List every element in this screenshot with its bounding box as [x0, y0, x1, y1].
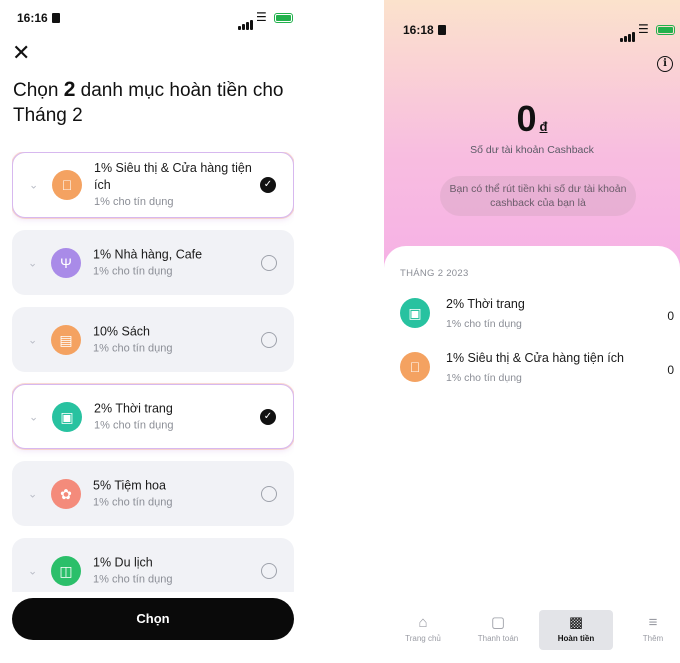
tab-cashback[interactable]: ▩ Hoàn tiền [539, 610, 613, 650]
radio-button[interactable] [261, 562, 277, 579]
tab-label: Hoàn tiền [557, 634, 595, 643]
category-name: 2% Thời trang [94, 401, 173, 415]
chevron-down-icon[interactable]: ⌄ [28, 256, 37, 269]
tab-payment[interactable]: ▢ Thanh toán [461, 610, 535, 650]
shopping-bag-icon: ▣ [400, 298, 430, 328]
status-indicators: ☰ [238, 10, 298, 30]
apple-icon:  [400, 352, 430, 382]
row-amount: 0 [667, 363, 674, 377]
battery-icon [274, 13, 293, 23]
status-time: 16:16 [17, 11, 60, 25]
category-name: 1% Du lịch [93, 555, 153, 569]
wifi-icon: ☰ [638, 22, 649, 36]
luggage-icon: ◫ [51, 555, 81, 586]
category-list[interactable]: ⌄  1% Siêu thị & Cửa hàng tiện ích 1% c… [12, 152, 294, 592]
category-item-fashion[interactable]: ⌄ ▣ 2% Thời trang 1% cho tín dụng ✓ [12, 384, 294, 449]
category-sub: 1% cho tín dụng [93, 496, 173, 508]
tab-home[interactable]: ⌂ Trang chủ [386, 610, 460, 650]
balance-value: 0 [516, 98, 537, 139]
row-amount: 0 [667, 309, 674, 323]
cashback-balance: 0đ [384, 98, 680, 140]
menu-icon: ≡ [648, 614, 658, 631]
category-item-travel[interactable]: ⌄ ◫ 1% Du lịch 1% cho tín dụng [12, 538, 294, 592]
radio-button[interactable] [261, 254, 277, 271]
balance-currency: đ [539, 119, 548, 134]
category-sub: 1% cho tín dụng [93, 573, 173, 585]
page-title: Chọn 2 danh mục hoàn tiền cho Tháng 2 [13, 78, 284, 126]
gift-icon: ▩ [568, 614, 584, 631]
category-selection-screen: 16:16 ☰ ✕ Chọn 2 danh mục hoàn tiền cho … [0, 0, 306, 663]
row-sub: 1% cho tín dụng [446, 372, 522, 384]
chevron-down-icon[interactable]: ⌄ [28, 564, 37, 577]
category-item-restaurant[interactable]: ⌄ Ψ 1% Nhà hàng, Cafe 1% cho tín dụng [12, 230, 294, 295]
sim-icon [437, 25, 446, 35]
category-item-flowers[interactable]: ⌄ ✿ 5% Tiệm hoa 1% cho tín dụng [12, 461, 294, 526]
chevron-down-icon[interactable]: ⌄ [29, 410, 38, 423]
month-label: THÁNG 2 2023 [400, 268, 469, 279]
chevron-down-icon[interactable]: ⌄ [28, 333, 37, 346]
radio-button[interactable] [261, 331, 277, 348]
battery-icon [656, 25, 675, 35]
bottom-tab-bar: ⌂ Trang chủ ▢ Thanh toán ▩ Hoàn tiền ≡ T… [384, 610, 680, 650]
tab-label: Thêm [642, 634, 664, 643]
shopping-bag-icon: ▣ [52, 401, 82, 432]
category-name: 1% Siêu thị & Cửa hàng tiện ích [94, 161, 252, 192]
book-icon: ▤ [51, 324, 81, 355]
category-item-books[interactable]: ⌄ ▤ 10% Sách 1% cho tín dụng [12, 307, 294, 372]
check-icon[interactable]: ✓ [260, 408, 276, 425]
category-name: 5% Tiệm hoa [93, 478, 166, 492]
category-sub: 1% cho tín dụng [94, 419, 174, 431]
choose-button[interactable]: Chọn [12, 598, 294, 640]
cashback-row-supermarket[interactable]:  1% Siêu thị & Cửa hàng tiện ích 1% cho… [384, 346, 680, 390]
close-icon[interactable]: ✕ [12, 42, 30, 64]
row-name: 1% Siêu thị & Cửa hàng tiện ích [446, 351, 624, 365]
row-name: 2% Thời trang [446, 297, 525, 311]
balance-label: Số dư tài khoản Cashback [470, 144, 594, 156]
apple-icon:  [52, 170, 82, 200]
category-name: 10% Sách [93, 324, 150, 338]
status-bar: 16:18 ☰ [384, 0, 680, 42]
flower-icon: ✿ [51, 478, 81, 509]
wallet-icon: ▢ [490, 614, 506, 631]
check-icon[interactable]: ✓ [260, 177, 276, 193]
radio-button[interactable] [261, 485, 277, 502]
category-sub: 1% cho tín dụng [93, 265, 173, 277]
cashback-sheet: THÁNG 2 2023 ▣ 2% Thời trang 1% cho tín … [384, 246, 680, 663]
status-bar: 16:16 ☰ [0, 0, 306, 34]
fork-knife-icon: Ψ [51, 247, 81, 278]
wifi-icon: ☰ [256, 10, 267, 24]
category-sub: 1% cho tín dụng [93, 342, 173, 354]
withdraw-note: Bạn có thể rút tiền khi số dư tài khoản … [440, 176, 636, 216]
info-icon[interactable]: i [657, 56, 673, 72]
sim-icon [51, 13, 60, 23]
status-indicators: ☰ [620, 22, 680, 42]
tab-more[interactable]: ≡ Thêm [616, 610, 680, 650]
category-item-supermarket[interactable]: ⌄  1% Siêu thị & Cửa hàng tiện ích 1% c… [12, 152, 294, 218]
home-icon: ⌂ [418, 614, 428, 631]
status-time: 16:18 [403, 23, 446, 37]
category-sub: 1% cho tín dụng [94, 196, 174, 208]
row-sub: 1% cho tín dụng [446, 318, 522, 330]
tab-label: Thanh toán [477, 634, 519, 643]
cashback-screen: 16:18 ☰ i 0đ Số dư tài khoản Cashback Bạ… [384, 0, 680, 663]
signal-icon [238, 12, 254, 30]
chevron-down-icon[interactable]: ⌄ [29, 179, 38, 192]
signal-icon [620, 24, 636, 42]
chevron-down-icon[interactable]: ⌄ [28, 487, 37, 500]
category-name: 1% Nhà hàng, Cafe [93, 247, 203, 261]
cashback-row-fashion[interactable]: ▣ 2% Thời trang 1% cho tín dụng 0 [384, 292, 680, 336]
tab-label: Trang chủ [405, 634, 441, 643]
cashback-header: 16:18 ☰ i 0đ Số dư tài khoản Cashback Bạ… [384, 0, 680, 280]
